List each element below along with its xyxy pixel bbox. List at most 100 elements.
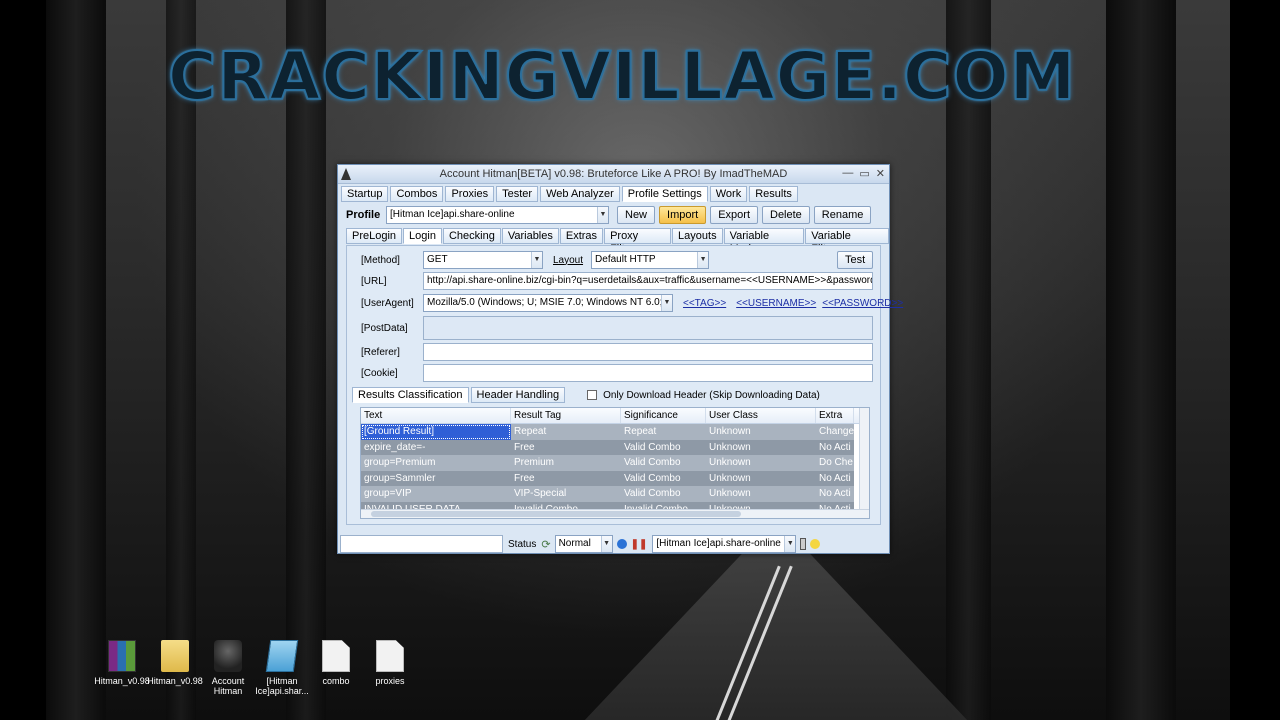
subtab-proxy-filter[interactable]: Proxy Filter: [604, 228, 672, 255]
cell-result-tag: Premium: [511, 455, 621, 471]
brand-logo-text: CRACKINGVILLAGE.COM: [167, 37, 1077, 116]
minimize-icon[interactable]: —: [842, 167, 853, 180]
cell-text: group=Premium: [361, 455, 511, 471]
cell-extra-action: No Acti: [816, 486, 854, 502]
cookie-field[interactable]: [423, 364, 873, 382]
postdata-field[interactable]: [423, 316, 873, 340]
method-label: [Method]: [361, 254, 400, 266]
tab-tester[interactable]: Tester: [496, 186, 539, 202]
refresh-icon[interactable]: ⟳: [541, 538, 550, 551]
referer-field[interactable]: [423, 343, 873, 361]
cell-extra-action: Change: [816, 424, 854, 440]
referer-label: [Referer]: [361, 346, 400, 358]
cell-user-class: Unknown: [706, 455, 816, 471]
chevron-down-icon[interactable]: ▼: [597, 207, 608, 223]
tab-proxies[interactable]: Proxies: [445, 186, 495, 202]
tab-header-handling[interactable]: Header Handling: [470, 387, 566, 403]
table-row[interactable]: expire_date=- Free Valid Combo Unknown N…: [361, 439, 869, 455]
subtab-variable-mods[interactable]: Variable Mods: [723, 228, 805, 255]
profile-subtabs: PreLogin Login Checking Variables Extras…: [346, 228, 889, 255]
tab-results[interactable]: Results: [749, 186, 798, 202]
import-button[interactable]: Import: [659, 206, 707, 224]
title-bar[interactable]: Account Hitman[BETA] v0.98: Bruteforce L…: [338, 165, 889, 184]
chevron-down-icon[interactable]: ▼: [600, 536, 612, 552]
url-field[interactable]: http://api.share-online.biz/cgi-bin?q=us…: [423, 272, 873, 290]
column-header[interactable]: User Class: [706, 408, 816, 423]
cell-extra-action: No Acti: [816, 439, 854, 455]
cell-result-tag: Free: [511, 470, 621, 486]
cell-significance: Valid Combo: [621, 470, 706, 486]
method-select[interactable]: GET ▼: [423, 251, 543, 269]
horizontal-scrollbar[interactable]: [361, 509, 869, 518]
subtab-variables[interactable]: Variables: [501, 228, 559, 244]
tab-results-classification[interactable]: Results Classification: [352, 387, 469, 403]
table-row[interactable]: group=Sammler Free Valid Combo Unknown N…: [361, 470, 869, 486]
subtab-prelogin[interactable]: PreLogin: [346, 228, 403, 244]
text-file-icon: [322, 640, 350, 672]
cell-text: group=VIP: [361, 486, 511, 502]
desktop-icon-hitman-rar[interactable]: Hitman_v0.98: [92, 640, 152, 686]
cell-significance: Valid Combo: [621, 455, 706, 471]
scrollbar-thumb[interactable]: [371, 511, 741, 517]
status-text-field: [340, 535, 503, 553]
test-button[interactable]: Test: [837, 251, 874, 269]
new-button[interactable]: New: [617, 206, 656, 224]
status-bar: Status ⟳ Normal ▼ ❚❚ [Hitman Ice]api.sha…: [338, 534, 889, 554]
smiley-icon[interactable]: [810, 539, 821, 549]
tag-link[interactable]: <<TAG>>: [683, 298, 726, 309]
tab-combos[interactable]: Combos: [390, 186, 444, 202]
column-header[interactable]: Extra Ac: [816, 408, 854, 437]
close-icon[interactable]: ✕: [876, 167, 885, 180]
winrar-archive-icon: [108, 640, 136, 672]
delete-button[interactable]: Delete: [762, 206, 810, 224]
table-row[interactable]: [Ground Result] Repeat Repeat Unknown Ch…: [361, 424, 869, 440]
tree-trunk: [46, 0, 106, 720]
column-header[interactable]: Significance: [621, 408, 706, 423]
pause-icon[interactable]: ❚❚: [631, 539, 648, 550]
chevron-down-icon[interactable]: ▼: [531, 252, 542, 268]
chevron-down-icon[interactable]: ▼: [697, 252, 709, 268]
layout-label[interactable]: Layout: [553, 255, 583, 266]
column-header[interactable]: Result Tag: [511, 408, 621, 423]
desktop-icon-proxies[interactable]: proxies: [360, 640, 420, 686]
cell-result-tag: Repeat: [511, 424, 621, 440]
useragent-select[interactable]: Mozilla/5.0 (Windows; U; MSIE 7.0; Windo…: [423, 294, 673, 312]
desktop-icon-label: [Hitman Ice]api.shar...: [255, 676, 309, 696]
column-header[interactable]: Text: [361, 408, 511, 423]
layout-select[interactable]: Default HTTP ▼: [591, 251, 710, 269]
vertical-scrollbar[interactable]: [859, 408, 869, 518]
desktop-icon-account-hitman[interactable]: Account Hitman: [198, 640, 258, 696]
active-profile-select[interactable]: [Hitman Ice]api.share-online ▼: [652, 535, 797, 553]
only-header-label: Only Download Header (Skip Downloading D…: [603, 389, 820, 401]
main-tabs: Startup Combos Proxies Tester Web Analyz…: [338, 184, 889, 204]
status-label: Status: [508, 538, 537, 550]
profile-select[interactable]: [Hitman Ice]api.share-online ▼: [386, 206, 609, 224]
subtab-layouts[interactable]: Layouts: [672, 228, 723, 244]
chevron-down-icon[interactable]: ▼: [661, 295, 672, 311]
table-row[interactable]: group=Premium Premium Valid Combo Unknow…: [361, 455, 869, 471]
rename-button[interactable]: Rename: [813, 206, 872, 224]
password-link[interactable]: <<PASSWORD>>: [822, 298, 903, 309]
profile-select-value: [Hitman Ice]api.share-online: [390, 209, 515, 220]
tab-work[interactable]: Work: [709, 186, 748, 202]
results-table: Text Result Tag Significance User Class …: [360, 407, 870, 519]
subtab-login[interactable]: Login: [403, 228, 442, 244]
maximize-icon[interactable]: ▭: [859, 167, 869, 180]
speed-mode-select[interactable]: Normal ▼: [554, 535, 613, 553]
cell-user-class: Unknown: [706, 424, 816, 440]
export-button[interactable]: Export: [710, 206, 758, 224]
subtab-extras[interactable]: Extras: [559, 228, 604, 244]
only-header-checkbox[interactable]: [587, 390, 598, 400]
tab-profile-settings[interactable]: Profile Settings: [621, 186, 708, 202]
start-icon[interactable]: [616, 539, 627, 549]
table-row[interactable]: group=VIP VIP-Special Valid Combo Unknow…: [361, 486, 869, 502]
subtab-variable-filters[interactable]: Variable Filters: [805, 228, 889, 255]
chevron-down-icon[interactable]: ▼: [784, 536, 796, 552]
desktop-icon-profile-file[interactable]: [Hitman Ice]api.shar...: [252, 640, 312, 696]
subtab-checking[interactable]: Checking: [442, 228, 501, 244]
desktop-icon-combo[interactable]: combo: [306, 640, 366, 686]
tab-web-analyzer[interactable]: Web Analyzer: [540, 186, 620, 202]
desktop-icon-hitman-folder[interactable]: Hitman_v0.98: [145, 640, 205, 686]
username-link[interactable]: <<USERNAME>>: [736, 298, 816, 309]
tab-startup[interactable]: Startup: [341, 186, 389, 202]
